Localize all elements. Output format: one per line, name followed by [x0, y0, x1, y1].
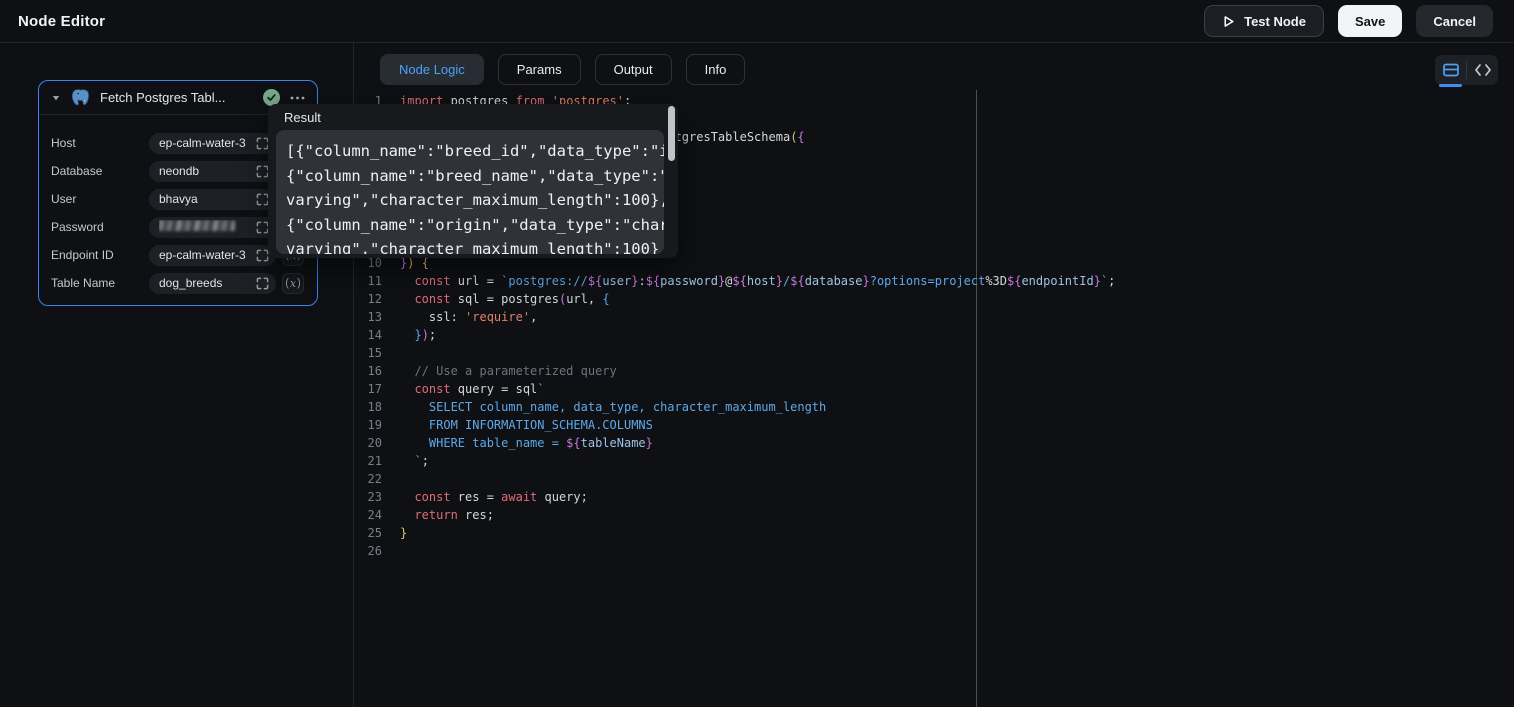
field-input-database[interactable]: neondb: [149, 161, 276, 182]
field-label: Password: [51, 220, 104, 234]
masked-password: [159, 220, 235, 231]
line-number: 15: [354, 344, 382, 362]
postgres-icon: [71, 88, 90, 107]
line-number: 12: [354, 290, 382, 308]
tab-info[interactable]: Info: [686, 54, 746, 85]
code-line: 12 const sql = postgres(url, {: [354, 290, 1514, 308]
more-menu-icon[interactable]: [290, 96, 305, 100]
code-line: 15: [354, 344, 1514, 362]
tab-output[interactable]: Output: [595, 54, 672, 85]
field-input-table-name[interactable]: dog_breeds: [149, 273, 276, 294]
line-number: 25: [354, 524, 382, 542]
field-value: neondb: [159, 164, 254, 178]
line-number: 26: [354, 542, 382, 560]
line-number: 17: [354, 380, 382, 398]
line-number: 22: [354, 470, 382, 488]
result-popup-title: Result: [268, 104, 678, 125]
expand-icon[interactable]: [256, 277, 269, 290]
page-title: Node Editor: [18, 13, 105, 30]
cancel-button[interactable]: Cancel: [1416, 5, 1493, 37]
line-number: 19: [354, 416, 382, 434]
save-button[interactable]: Save: [1338, 5, 1402, 37]
result-popup-content[interactable]: [{"column_name":"breed_id","data_type":"…: [276, 130, 664, 254]
field-label: User: [51, 192, 76, 206]
code-line: 25}: [354, 524, 1514, 542]
field-input-password[interactable]: [149, 217, 276, 238]
node-editor-window: Node Editor Test Node Save Cancel: [0, 0, 1514, 707]
tab-params[interactable]: Params: [498, 54, 581, 85]
test-node-button[interactable]: Test Node: [1204, 5, 1324, 37]
code-line: 17 const query = sql`: [354, 380, 1514, 398]
code-icon: [1475, 64, 1491, 76]
line-number: 21: [354, 452, 382, 470]
line-number: 16: [354, 362, 382, 380]
top-bar: Node Editor Test Node Save Cancel: [0, 0, 1514, 43]
line-number: 20: [354, 434, 382, 452]
field-value: dog_breeds: [159, 276, 254, 290]
field-value: bhavya: [159, 192, 254, 206]
node-title: Fetch Postgres Tabl...: [100, 90, 226, 105]
code-line: 13 ssl: 'require',: [354, 308, 1514, 326]
code-view-button[interactable]: [1467, 55, 1498, 85]
code-line: 26: [354, 542, 1514, 560]
split-view-button[interactable]: [1435, 55, 1466, 85]
chevron-down-icon[interactable]: [51, 93, 61, 103]
view-toggle: [1435, 55, 1498, 85]
field-row-table-name: Table Name dog_breeds (x): [39, 269, 317, 297]
code-line: 24 return res;: [354, 506, 1514, 524]
code-line: 11 const url = `postgres://${user}:${pas…: [354, 272, 1514, 290]
field-label: Host: [51, 136, 76, 150]
line-number: 23: [354, 488, 382, 506]
line-number: 18: [354, 398, 382, 416]
code-line: 18 SELECT column_name, data_type, charac…: [354, 398, 1514, 416]
field-label: Endpoint ID: [51, 248, 114, 262]
code-line: 16 // Use a parameterized query: [354, 362, 1514, 380]
field-value: ep-calm-water-3: [159, 136, 254, 150]
field-label: Table Name: [51, 276, 115, 290]
field-value: [159, 220, 254, 234]
field-value: ep-calm-water-3: [159, 248, 254, 262]
line-number: 13: [354, 308, 382, 326]
variable-button[interactable]: (x): [282, 273, 304, 294]
tab-bar: Node Logic Params Output Info: [380, 54, 745, 85]
play-icon: [1222, 15, 1235, 28]
topbar-actions: Test Node Save Cancel: [1204, 5, 1493, 37]
code-line: 19 FROM INFORMATION_SCHEMA.COLUMNS: [354, 416, 1514, 434]
field-input-host[interactable]: ep-calm-water-3: [149, 133, 276, 154]
split-view-icon: [1443, 63, 1459, 77]
result-popup-scrollbar[interactable]: [668, 106, 675, 161]
code-line: 21 `;: [354, 452, 1514, 470]
active-view-indicator: [1439, 84, 1462, 87]
line-number: 14: [354, 326, 382, 344]
test-node-label: Test Node: [1244, 14, 1306, 29]
field-input-endpoint-id[interactable]: ep-calm-water-3: [149, 245, 276, 266]
code-line: 14 });: [354, 326, 1514, 344]
code-line: 22: [354, 470, 1514, 488]
code-line: 23 const res = await query;: [354, 488, 1514, 506]
field-label: Database: [51, 164, 102, 178]
code-line: 20 WHERE table_name = ${tableName}: [354, 434, 1514, 452]
line-number: 24: [354, 506, 382, 524]
tab-node-logic[interactable]: Node Logic: [380, 54, 484, 85]
line-number: 11: [354, 272, 382, 290]
result-popup: Result [{"column_name":"breed_id","data_…: [268, 104, 678, 258]
field-input-user[interactable]: bhavya: [149, 189, 276, 210]
